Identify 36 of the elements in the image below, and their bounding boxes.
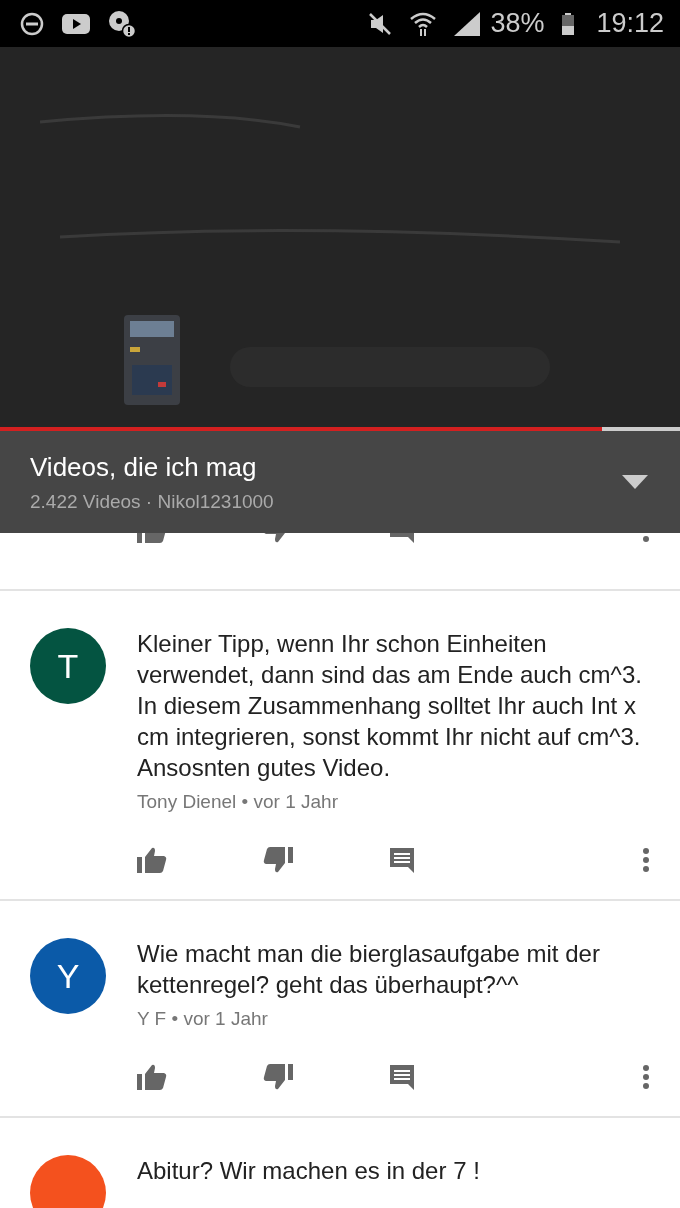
- dislike-button[interactable]: [263, 1064, 293, 1090]
- reply-button[interactable]: [389, 1064, 415, 1090]
- more-button[interactable]: [642, 847, 650, 873]
- battery-percent: 38%: [490, 8, 545, 39]
- thumbs-up-icon: [137, 847, 167, 873]
- reply-button[interactable]: [389, 847, 415, 873]
- dislike-button[interactable]: [263, 847, 293, 873]
- playlist-title: Videos, die ich mag: [30, 451, 258, 483]
- mute-icon: [368, 11, 393, 36]
- wifi-icon: [410, 11, 437, 36]
- more-icon: [642, 1064, 650, 1090]
- avatar[interactable]: T: [30, 628, 106, 704]
- avatar[interactable]: Y: [30, 938, 106, 1014]
- more-button[interactable]: [642, 1064, 650, 1090]
- thumbs-down-icon: [263, 847, 293, 873]
- battery-icon: [562, 12, 575, 35]
- disc-alert-icon: [108, 9, 136, 38]
- comment-text: Kleiner Tipp, wenn Ihr schon Einheiten verwendet, dann sind das am Ende auch cm^3. In diesem Zusammenhang solltet Ihr auch Int x cm integrieren, sonst kommt Ihr nicht auf cm^3. Ansosnten gutes Video.: [137, 629, 643, 783]
- comment-meta: Tony Dienel • vor 1 Jahr: [137, 791, 339, 813]
- thumbs-up-icon: [137, 1064, 167, 1090]
- dropdown-icon[interactable]: [622, 475, 648, 489]
- comment-text: Wie macht man die bierglasaufgabe mit der kettenregel? geht das überhaupt?^^: [137, 939, 601, 1000]
- playlist-header[interactable]: Videos, die ich mag 2.422 Videos · Nikol1231000: [0, 431, 680, 533]
- signal-icon: [454, 11, 481, 36]
- comment-icon: [389, 847, 415, 873]
- do-not-disturb-icon: [20, 11, 44, 36]
- play-icon: [62, 13, 90, 34]
- comment-icon: [389, 1064, 415, 1090]
- like-button[interactable]: [137, 1064, 167, 1090]
- playlist-info: 2.422 Videos · Nikol1231000: [30, 490, 275, 513]
- clock: 19:12: [596, 8, 664, 39]
- like-button[interactable]: [137, 847, 167, 873]
- comment-meta: Y F • vor 1 Jahr: [137, 1008, 269, 1030]
- comment-text: Abitur? Wir machen es in der 7 !: [137, 1156, 481, 1186]
- more-icon: [642, 847, 650, 873]
- thumbs-down-icon: [263, 1064, 293, 1090]
